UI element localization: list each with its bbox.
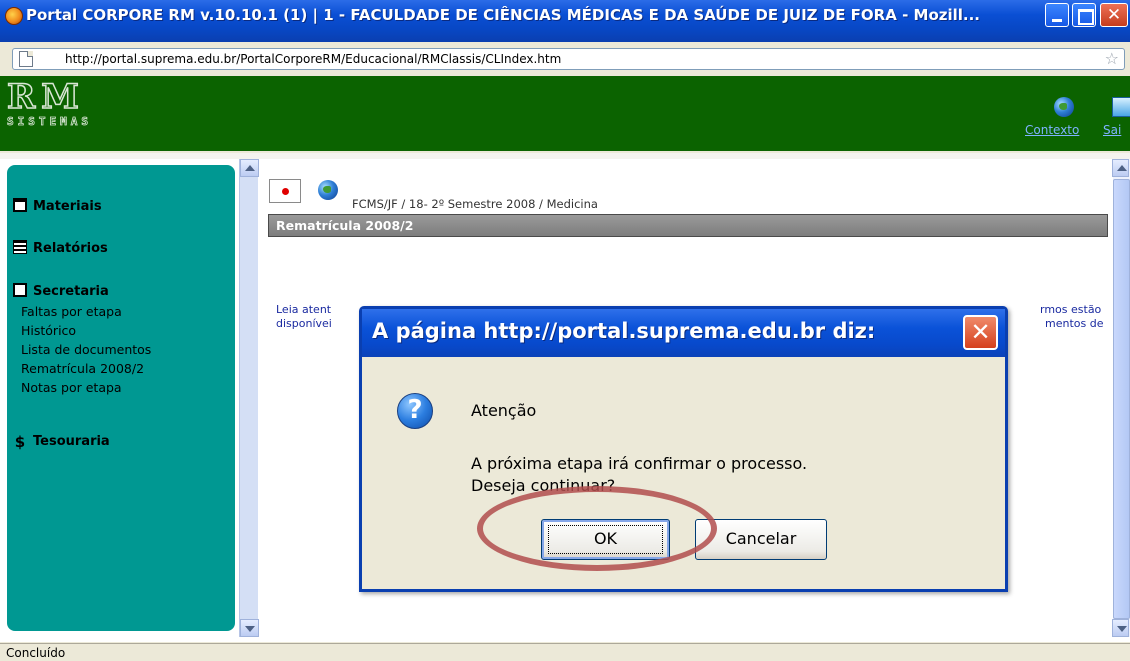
dialog-title: A página http://portal.suprema.edu.br di…: [372, 319, 876, 343]
logo-main-text: RM: [6, 76, 85, 118]
logo-sub-text: SISTEMAS: [7, 115, 92, 129]
menu-item-rematricula[interactable]: Rematrícula 2008/2: [21, 361, 144, 376]
section-title: Rematrícula 2008/2: [276, 218, 414, 233]
minimize-button[interactable]: [1045, 3, 1069, 27]
sidebar-label: Tesouraria: [33, 434, 110, 449]
rm-sistemas-logo: RM SISTEMAS: [5, 76, 157, 129]
highlight-ring: [477, 486, 717, 571]
sidebar-label: Relatórios: [33, 241, 108, 256]
dollar-icon: $: [14, 433, 26, 451]
menu-item-historico[interactable]: Histórico: [21, 323, 76, 338]
url-field[interactable]: http://portal.suprema.edu.br/PortalCorpo…: [12, 48, 1125, 70]
menu-item-lista-documentos[interactable]: Lista de documentos: [21, 342, 151, 357]
title-bar: Portal CORPORE RM v.10.10.1 (1) | 1 - FA…: [0, 0, 1130, 42]
status-bar: Concluído: [0, 643, 1130, 661]
window-title: Portal CORPORE RM v.10.10.1 (1) | 1 - FA…: [26, 6, 980, 24]
status-text: Concluído: [6, 646, 66, 660]
question-icon: ?: [397, 393, 433, 429]
report-icon: [13, 240, 27, 254]
sidebar-label: Materiais: [33, 199, 102, 214]
dialog-heading: Atenção: [471, 401, 537, 420]
briefcase-icon: [13, 198, 27, 212]
menu-item-notas[interactable]: Notas por etapa: [21, 380, 122, 395]
folder-icon: [13, 283, 27, 297]
sidebar-item-materiais[interactable]: Materiais: [13, 198, 102, 214]
sidebar-label: Secretaria: [33, 284, 109, 299]
exit-icon[interactable]: [1112, 97, 1130, 117]
maximize-button[interactable]: [1072, 3, 1096, 27]
close-icon: ✕: [970, 318, 991, 346]
scroll-up-arrow[interactable]: [1112, 159, 1129, 177]
sidebar-item-tesouraria[interactable]: $ Tesouraria: [13, 433, 110, 451]
page-icon: [19, 51, 33, 67]
globe-icon[interactable]: [318, 180, 338, 200]
section-header: Rematrícula 2008/2: [268, 214, 1108, 237]
dialog-close-button[interactable]: ✕: [963, 315, 998, 350]
sidebar-item-relatorios[interactable]: Relatórios: [13, 240, 108, 256]
header-banner: RM SISTEMAS Contexto Sai: [0, 76, 1130, 151]
sidebar-item-secretaria[interactable]: Secretaria: [13, 283, 109, 299]
star-icon[interactable]: ☆: [1105, 49, 1119, 68]
body-text-line: Leia atent: [276, 303, 332, 316]
globe-icon[interactable]: [1054, 97, 1074, 117]
dialog-title-bar: A página http://portal.suprema.edu.br di…: [362, 309, 1005, 357]
close-icon: ✕: [1106, 5, 1122, 25]
scroll-thumb[interactable]: [1113, 179, 1130, 619]
close-window-button[interactable]: ✕: [1100, 3, 1128, 27]
frame-top-edge: [0, 153, 1130, 159]
body-text-line: mentos de: [1045, 317, 1104, 330]
body-text-line: disponívei: [276, 317, 332, 330]
breadcrumb: FCMS/JF / 18- 2º Semestre 2008 / Medicin…: [352, 197, 598, 211]
contexto-link[interactable]: Contexto: [1025, 123, 1079, 137]
sidebar: Materiais Relatórios Secretaria Faltas p…: [7, 165, 235, 631]
record-icon[interactable]: [269, 179, 301, 203]
firefox-icon: [5, 7, 23, 25]
scroll-down-arrow[interactable]: [1112, 619, 1129, 637]
sidebar-scrollbar[interactable]: [239, 159, 259, 637]
scroll-up-arrow[interactable]: [240, 159, 259, 177]
scroll-down-arrow[interactable]: [240, 619, 259, 637]
browser-window: Portal CORPORE RM v.10.10.1 (1) | 1 - FA…: [0, 0, 1130, 661]
dialog-message: A próxima etapa irá confirmar o processo…: [471, 454, 808, 473]
url-text: http://portal.suprema.edu.br/PortalCorpo…: [65, 52, 562, 66]
body-text-line: rmos estão: [1040, 303, 1102, 316]
address-bar: http://portal.suprema.edu.br/PortalCorpo…: [0, 44, 1130, 74]
sair-link[interactable]: Sai: [1103, 123, 1121, 137]
menu-item-faltas[interactable]: Faltas por etapa: [21, 304, 122, 319]
